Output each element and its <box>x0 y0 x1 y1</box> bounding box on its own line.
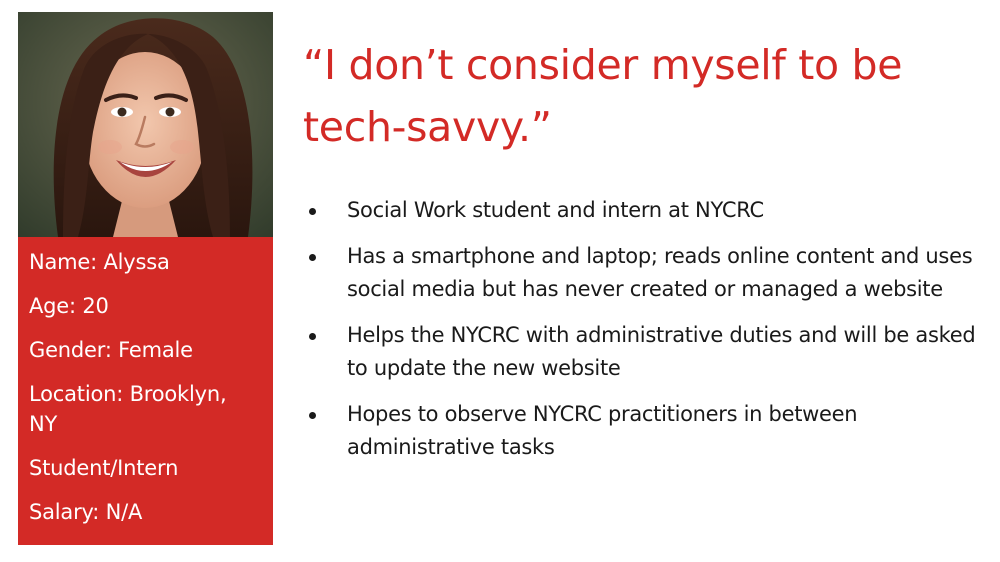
bullet-item: Hopes to observe NYCRC practitioners in … <box>304 398 984 464</box>
bullet-dot-icon <box>309 254 316 261</box>
location-label: Location: Brooklyn, NY <box>29 382 227 436</box>
persona-slide: Name: Alyssa Age: 20 Gender: Female Loca… <box>0 0 1000 562</box>
persona-quote: “I don’t consider myself to be tech-savv… <box>303 41 903 151</box>
salary-label: Salary: N/A <box>29 500 143 524</box>
bullet-item: Has a smartphone and laptop; reads onlin… <box>304 240 984 306</box>
bullet-item: Helps the NYCRC with administrative duti… <box>304 319 984 385</box>
persona-photo <box>18 12 273 237</box>
persona-details: Name: Alyssa Age: 20 Gender: Female Loca… <box>18 237 273 545</box>
gender-label: Gender: Female <box>29 338 193 362</box>
role-label: Student/Intern <box>29 456 179 480</box>
age-label: Age: 20 <box>29 294 109 318</box>
portrait-image <box>18 12 273 237</box>
name-label: Name: Alyssa <box>29 250 170 274</box>
bullet-dot-icon <box>309 333 316 340</box>
bullet-text: Hopes to observe NYCRC practitioners in … <box>347 402 858 459</box>
bullet-text: Social Work student and intern at NYCRC <box>347 198 764 222</box>
bullet-item: Social Work student and intern at NYCRC <box>304 194 984 227</box>
bullet-dot-icon <box>309 412 316 419</box>
bullet-dot-icon <box>309 208 316 215</box>
bullet-text: Has a smartphone and laptop; reads onlin… <box>347 244 973 301</box>
persona-bullet-list: Social Work student and intern at NYCRC … <box>304 194 984 477</box>
bullet-text: Helps the NYCRC with administrative duti… <box>347 323 976 380</box>
persona-card: Name: Alyssa Age: 20 Gender: Female Loca… <box>18 12 273 545</box>
